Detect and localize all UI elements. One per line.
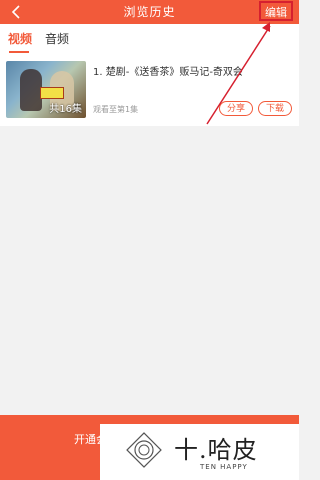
logo-text-cn: 十.哈皮 — [174, 436, 258, 464]
logo-icon — [126, 432, 162, 468]
episode-count: 共16集 — [49, 104, 82, 115]
video-thumbnail[interactable]: 共16集 — [6, 61, 86, 118]
share-button[interactable]: 分享 — [219, 101, 253, 116]
thumbnail-banner — [40, 87, 64, 99]
watermark: 十.哈皮 TEN HAPPY — [100, 424, 299, 480]
active-tab-indicator — [9, 51, 29, 53]
tab-audio[interactable]: 音频 — [45, 30, 69, 48]
tab-video[interactable]: 视频 — [8, 30, 32, 48]
tab-bar: 视频 音频 — [0, 24, 299, 56]
edit-button[interactable]: 编辑 — [259, 1, 293, 21]
top-nav-bar: 浏览历史 编辑 — [0, 0, 299, 24]
watch-progress: 观看至第1集 — [93, 105, 139, 114]
list-item[interactable]: 共16集 1. 楚剧-《送香茶》贩马记-奇双会 观看至第1集 分享 下载 — [0, 56, 299, 126]
page-title: 浏览历史 — [123, 5, 176, 19]
download-button[interactable]: 下载 — [258, 101, 292, 116]
logo-text-en: TEN HAPPY — [200, 463, 248, 471]
video-title[interactable]: 1. 楚剧-《送香茶》贩马记-奇双会 — [93, 63, 293, 78]
thumbnail-figure — [20, 69, 42, 111]
